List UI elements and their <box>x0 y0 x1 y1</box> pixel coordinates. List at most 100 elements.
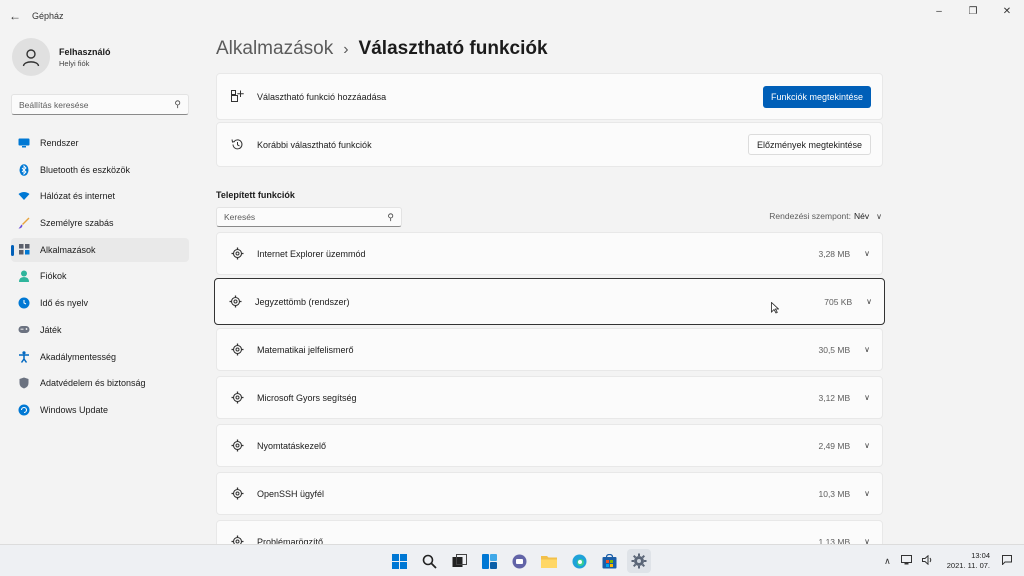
brush-icon <box>18 217 30 229</box>
feature-name: Nyomtatáskezelő <box>257 440 327 451</box>
sidebar-nav: Rendszer Bluetooth és eszközök Hálózat é… <box>11 131 189 425</box>
taskbar: ∧ 13:04 2021. 11. 07. <box>0 544 1024 576</box>
feature-row[interactable]: Jegyzettömb (rendszer) 705 KB ∨ <box>214 278 885 325</box>
bluetooth-icon <box>18 163 30 176</box>
file-explorer-icon[interactable] <box>537 549 561 573</box>
feature-size: 3,28 MB <box>818 248 851 259</box>
settings-search-placeholder: Beállítás keresése <box>19 99 89 110</box>
feature-name: Internet Explorer üzemmód <box>257 248 366 259</box>
chevron-down-icon[interactable]: ∨ <box>864 249 870 258</box>
feature-row[interactable]: Matematikai jelfelismerő 30,5 MB ∨ <box>216 328 883 371</box>
feature-row[interactable]: Internet Explorer üzemmód 3,28 MB ∨ <box>216 232 883 275</box>
person-icon <box>18 270 30 283</box>
clock-date: 2021. 11. 07. <box>946 561 990 570</box>
feature-name: Jegyzettömb (rendszer) <box>255 296 350 307</box>
puzzle-gear-icon <box>217 391 257 404</box>
chevron-down-icon[interactable]: ∨ <box>864 393 870 402</box>
settings-icon[interactable] <box>627 549 651 573</box>
add-feature-label: Választható funkció hozzáadása <box>257 91 387 102</box>
sort-dropdown[interactable]: Rendezési szempont: Név ∨ <box>769 211 882 221</box>
store-icon[interactable] <box>597 549 621 573</box>
sidebar-item-accounts[interactable]: Fiókok <box>11 264 189 288</box>
speaker-icon[interactable] <box>921 554 933 567</box>
feature-name: OpenSSH ügyfél <box>257 488 325 499</box>
breadcrumb: Alkalmazások › Választható funkciók <box>216 38 548 60</box>
shield-icon <box>18 377 30 389</box>
feature-search-input[interactable]: Keresés ⚲ <box>216 207 402 227</box>
search-icon[interactable] <box>417 549 441 573</box>
view-features-button[interactable]: Funkciók megtekintése <box>762 85 871 108</box>
puzzle-gear-icon <box>217 439 257 452</box>
view-history-button[interactable]: Előzmények megtekintése <box>747 134 871 155</box>
sidebar-item-rendszer[interactable]: Rendszer <box>11 131 189 155</box>
widgets-icon[interactable] <box>477 549 501 573</box>
teams-chat-icon[interactable] <box>507 549 531 573</box>
chevron-down-icon[interactable]: ∨ <box>864 489 870 498</box>
wifi-icon <box>18 190 30 202</box>
sidebar-item-label: Idő és nyelv <box>40 298 89 309</box>
chevron-down-icon[interactable]: ∨ <box>866 297 872 306</box>
sidebar-item-personalization[interactable]: Személyre szabás <box>11 211 189 235</box>
search-icon: ⚲ <box>174 99 181 109</box>
edge-icon[interactable] <box>567 549 591 573</box>
chevron-up-icon[interactable]: ∧ <box>884 556 891 567</box>
add-feature-card: Választható funkció hozzáadása Funkciók … <box>216 73 883 120</box>
maximize-button[interactable]: ❐ <box>956 0 990 22</box>
sidebar-item-privacy[interactable]: Adatvédelem és biztonság <box>11 371 189 395</box>
puzzle-gear-icon <box>215 295 255 308</box>
profile-account-type: Helyi fiók <box>59 58 90 68</box>
mouse-cursor-icon <box>771 301 780 317</box>
add-grid-icon <box>217 90 257 103</box>
gamepad-icon <box>18 324 30 336</box>
feature-size: 3,12 MB <box>818 392 851 403</box>
clock[interactable]: 13:04 2021. 11. 07. <box>947 551 990 571</box>
settings-search-input[interactable]: Beállítás keresése ⚲ <box>11 94 189 115</box>
window-controls: – ❐ ✕ <box>922 0 1024 22</box>
monitor-icon <box>18 137 30 149</box>
sidebar-item-label: Fiókok <box>40 271 67 282</box>
network-monitor-icon[interactable] <box>900 555 912 567</box>
sidebar-item-bluetooth[interactable]: Bluetooth és eszközök <box>11 158 189 182</box>
sidebar-item-gaming[interactable]: Játék <box>11 318 189 342</box>
feature-size: 2,49 MB <box>818 440 851 451</box>
sidebar-item-label: Játék <box>40 324 62 335</box>
task-view-icon[interactable] <box>447 549 471 573</box>
feature-name: Microsoft Gyors segítség <box>257 392 357 403</box>
feature-name: Matematikai jelfelismerő <box>257 344 354 355</box>
sidebar-item-apps[interactable]: Alkalmazások <box>11 237 189 262</box>
sidebar-item-windows-update[interactable]: Windows Update <box>11 398 189 422</box>
sidebar-item-network[interactable]: Hálózat és internet <box>11 184 189 208</box>
notification-icon[interactable] <box>1002 555 1012 567</box>
back-arrow-icon[interactable]: ← <box>0 0 30 32</box>
chevron-down-icon[interactable]: ∨ <box>864 441 870 450</box>
feature-size: 10,3 MB <box>818 488 851 499</box>
close-button[interactable]: ✕ <box>990 0 1024 22</box>
feature-row[interactable]: Nyomtatáskezelő 2,49 MB ∨ <box>216 424 883 467</box>
profile-name: Felhasználó <box>59 46 111 57</box>
sidebar-item-label: Windows Update <box>40 404 109 415</box>
sidebar-item-label: Adatvédelem és biztonság <box>40 378 146 389</box>
installed-features-heading: Telepített funkciók <box>216 190 295 200</box>
chevron-down-icon[interactable]: ∨ <box>864 345 870 354</box>
chevron-down-icon: ∨ <box>876 211 882 221</box>
puzzle-gear-icon <box>217 487 257 500</box>
accessibility-icon <box>18 350 30 363</box>
chevron-right-icon: › <box>343 41 349 58</box>
history-icon <box>217 138 257 151</box>
feature-history-label: Korábbi választható funkciók <box>257 139 372 150</box>
installed-features-list: Internet Explorer üzemmód 3,28 MB ∨ Jegy… <box>214 232 885 568</box>
feature-row[interactable]: OpenSSH ügyfél 10,3 MB ∨ <box>216 472 883 515</box>
user-profile[interactable]: Felhasználó Helyi fiók <box>12 38 111 76</box>
breadcrumb-parent[interactable]: Alkalmazások <box>216 38 333 60</box>
sidebar-item-label: Rendszer <box>40 138 79 148</box>
windows-start-icon[interactable] <box>387 549 411 573</box>
sidebar-item-accessibility[interactable]: Akadálymentesség <box>11 345 189 369</box>
globe-clock-icon <box>18 297 30 309</box>
puzzle-gear-icon <box>217 247 257 260</box>
puzzle-gear-icon <box>217 343 257 356</box>
apps-icon <box>18 244 30 256</box>
sidebar-item-time-language[interactable]: Idő és nyelv <box>11 291 189 315</box>
minimize-button[interactable]: – <box>922 0 956 22</box>
sidebar-item-label: Hálózat és internet <box>40 191 116 202</box>
feature-row[interactable]: Microsoft Gyors segítség 3,12 MB ∨ <box>216 376 883 419</box>
